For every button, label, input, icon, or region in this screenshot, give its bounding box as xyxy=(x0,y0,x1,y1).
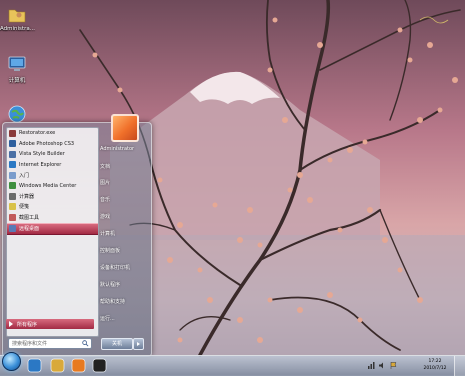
qq-icon[interactable] xyxy=(92,358,107,373)
start-menu-program-item[interactable]: Vista Style Builder xyxy=(7,149,98,160)
program-label: 便笺 xyxy=(19,204,30,211)
shutdown-button[interactable]: 关机 xyxy=(101,338,133,350)
photoshop-icon xyxy=(9,140,16,148)
start-menu-place-item[interactable]: 设备和打印机 xyxy=(100,264,148,273)
taskbar: 17:22 2010/7/12 xyxy=(0,352,465,376)
start-menu-programs: Restorator.exe Adobe Photoshop CS3 Vista S… xyxy=(6,127,99,337)
program-label: 计算器 xyxy=(19,193,35,200)
all-programs-button[interactable]: 所有程序 xyxy=(6,319,94,329)
arrow-right-icon xyxy=(9,321,13,327)
all-programs-label: 所有程序 xyxy=(17,321,38,328)
start-menu-program-item[interactable]: 便笺 xyxy=(7,202,98,213)
start-menu-place-item[interactable]: 音乐 xyxy=(100,196,148,205)
start-menu-place-item[interactable]: 计算机 xyxy=(100,230,148,239)
start-menu-place-item[interactable]: 帮助和支持 xyxy=(100,298,148,307)
computer-icon xyxy=(8,56,26,71)
start-menu-place-item[interactable]: 图片 xyxy=(100,179,148,188)
shutdown-label: 关机 xyxy=(111,341,122,347)
clock-time: 17:22 xyxy=(428,359,442,364)
program-label: Windows Media Center xyxy=(19,182,77,189)
desktop-icon-label: 计算机 xyxy=(8,78,26,84)
desktop-icon-user-folder[interactable]: Administra... xyxy=(0,4,35,32)
show-desktop-button[interactable] xyxy=(454,356,465,376)
taskbar-clock[interactable]: 17:22 2010/7/12 xyxy=(420,358,450,372)
start-menu-program-item[interactable]: Restorator.exe xyxy=(7,128,98,139)
start-menu-place-item[interactable]: 运行... xyxy=(100,315,148,324)
sticky-notes-icon xyxy=(9,203,16,211)
program-label: 截图工具 xyxy=(19,214,40,221)
snipping-tool-icon xyxy=(9,213,16,221)
tray-flag-icon[interactable] xyxy=(390,362,397,369)
start-menu-program-item[interactable]: 截图工具 xyxy=(7,212,98,223)
ie-icon xyxy=(9,161,16,169)
start-menu-program-item[interactable]: Adobe Photoshop CS3 xyxy=(7,139,98,150)
tray-network-icon[interactable] xyxy=(368,362,375,369)
program-icon xyxy=(9,129,16,137)
program-icon xyxy=(9,150,16,158)
start-menu-place-item[interactable]: Administrator xyxy=(100,145,148,154)
program-label: Vista Style Builder xyxy=(19,151,65,158)
shutdown-options-button[interactable] xyxy=(133,338,144,350)
start-menu-program-item[interactable]: Internet Explorer xyxy=(7,160,98,171)
start-button[interactable] xyxy=(2,352,21,371)
program-label: Internet Explorer xyxy=(19,161,62,168)
start-menu-program-item[interactable]: 计算器 xyxy=(7,191,98,202)
remote-desktop-icon xyxy=(9,225,16,233)
calculator-icon xyxy=(9,192,16,200)
start-menu-program-item[interactable]: Windows Media Center xyxy=(7,181,98,192)
media-player-icon[interactable] xyxy=(71,358,86,373)
start-menu-place-item[interactable]: 文档 xyxy=(100,163,148,172)
start-menu-place-item[interactable]: 控制面板 xyxy=(100,247,148,256)
program-label: Restorator.exe xyxy=(19,130,56,137)
desktop-icon-computer[interactable]: 计算机 xyxy=(0,54,34,84)
user-folder-icon xyxy=(8,9,26,23)
program-label: 远程桌面 xyxy=(19,226,40,233)
tray-volume-icon[interactable] xyxy=(379,362,386,369)
media-center-icon xyxy=(9,182,16,190)
start-menu-program-item[interactable]: 远程桌面 xyxy=(7,222,98,235)
start-menu: Restorator.exe Adobe Photoshop CS3 Vista S… xyxy=(2,114,152,357)
start-menu-place-item[interactable]: 默认程序 xyxy=(100,281,148,290)
clock-date: 2010/7/12 xyxy=(423,366,447,371)
network-globe-icon xyxy=(8,105,26,123)
search-placeholder: 搜索程序和文件 xyxy=(12,341,48,347)
user-picture[interactable] xyxy=(111,114,139,142)
start-search-input[interactable]: 搜索程序和文件 xyxy=(8,338,92,349)
search-icon xyxy=(82,340,89,347)
program-label: Adobe Photoshop CS3 xyxy=(19,140,75,147)
folder-icon[interactable] xyxy=(50,358,65,373)
desktop-icon-label: Administra... xyxy=(0,26,35,32)
getting-started-icon xyxy=(9,171,16,179)
start-menu-program-item[interactable]: 入门 xyxy=(7,170,98,181)
start-menu-place-item[interactable]: 游戏 xyxy=(100,213,148,222)
program-label: 入门 xyxy=(19,172,30,179)
ie-icon[interactable] xyxy=(27,358,42,373)
